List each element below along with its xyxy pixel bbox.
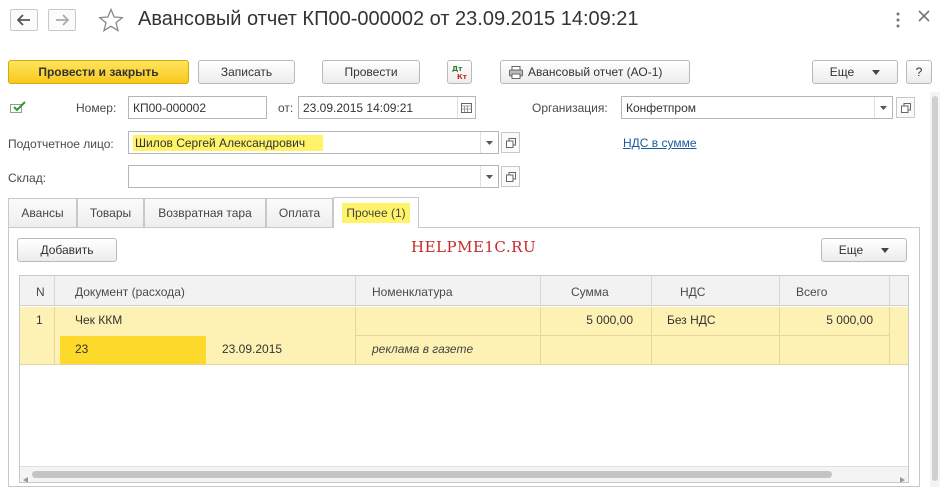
- dt-kt-journal-button[interactable]: Дт Кт: [447, 60, 472, 84]
- row-divider: [356, 335, 541, 336]
- table-more-label: Еще: [838, 243, 864, 257]
- row-document-cell[interactable]: Чек ККМ 23 23.09.2015: [55, 307, 356, 365]
- add-button[interactable]: Добавить: [17, 238, 117, 262]
- more-menu-button[interactable]: Еще: [812, 60, 898, 84]
- warehouse-open-button[interactable]: [501, 166, 520, 187]
- page-title: Авансовый отчет КП00-000002 от 23.09.201…: [138, 8, 639, 30]
- posted-status-icon: [10, 101, 26, 117]
- open-window-icon: [505, 137, 516, 148]
- date-field[interactable]: 23.09.2015 14:09:21: [298, 96, 476, 119]
- print-advance-report-label: Авансовый отчет (АО-1): [528, 65, 663, 79]
- row-divider: [780, 335, 890, 336]
- arrow-left-icon: [17, 14, 30, 26]
- organization-open-button[interactable]: [896, 97, 915, 118]
- close-icon[interactable]: [917, 9, 931, 26]
- number-label: Номер:: [76, 101, 117, 115]
- organization-label: Организация:: [532, 101, 608, 115]
- watermark-text: HELPME1C.RU: [411, 238, 537, 256]
- save-button[interactable]: Записать: [198, 60, 295, 84]
- date-value: 23.09.2015 14:09:21: [303, 101, 414, 115]
- svg-text:Дт: Дт: [452, 65, 463, 73]
- arrow-right-icon: [56, 14, 69, 26]
- row-vat[interactable]: Без НДС: [652, 307, 780, 365]
- help-button[interactable]: ?: [906, 60, 932, 84]
- accountable-person-label: Подотчетное лицо:: [8, 137, 114, 151]
- back-button[interactable]: [10, 9, 38, 31]
- post-and-close-button[interactable]: Провести и закрыть: [8, 60, 189, 84]
- window-scrollbar-thumb[interactable]: [932, 96, 938, 481]
- warehouse-field[interactable]: [128, 165, 499, 188]
- tab-payment[interactable]: Оплата: [266, 198, 333, 227]
- favorite-star-icon[interactable]: [98, 7, 124, 35]
- scrollbar-thumb[interactable]: [32, 471, 832, 478]
- row-n: 1: [20, 307, 55, 365]
- table-more-button[interactable]: Еще: [821, 238, 907, 262]
- row-nomenclature[interactable]: [356, 307, 541, 365]
- tab-panel: Добавить HELPME1C.RU Еще N Документ (рас…: [8, 227, 920, 487]
- accountable-person-value: Шилов Сергей Александрович: [133, 135, 324, 151]
- tab-goods[interactable]: Товары: [77, 198, 144, 227]
- number-field[interactable]: КП00-000002: [128, 96, 267, 119]
- caret-down-icon: [872, 69, 881, 75]
- print-advance-report-button[interactable]: Авансовый отчет (АО-1): [500, 60, 690, 84]
- caret-down-icon: [486, 140, 493, 145]
- table-row[interactable]: 1 Чек ККМ 23 23.09.2015 реклама в газете…: [20, 307, 908, 365]
- more-menu-label: Еще: [829, 65, 855, 79]
- tab-advances[interactable]: Авансы: [8, 198, 77, 227]
- row-divider: [652, 335, 780, 336]
- other-expenses-table: N Документ (расхода) Номенклатура Сумма …: [19, 275, 909, 483]
- open-window-icon: [505, 171, 516, 182]
- row-document-number[interactable]: 23: [60, 336, 206, 364]
- column-header-sum[interactable]: Сумма: [541, 276, 652, 306]
- accountable-person-field[interactable]: Шилов Сергей Александрович: [128, 131, 499, 154]
- post-button[interactable]: Провести: [322, 60, 420, 84]
- row-nomenclature-note: реклама в газете: [372, 342, 474, 356]
- warehouse-dropdown-button[interactable]: [480, 166, 498, 187]
- column-header-document[interactable]: Документ (расхода): [55, 276, 356, 306]
- accountable-person-open-button[interactable]: [501, 132, 520, 153]
- forward-button[interactable]: [48, 9, 76, 31]
- window-vertical-scrollbar[interactable]: [930, 92, 940, 487]
- row-document-date: 23.09.2015: [222, 342, 283, 356]
- calendar-icon: [461, 102, 472, 113]
- caret-down-icon: [486, 174, 493, 179]
- date-label: от:: [278, 101, 294, 115]
- row-document-type: Чек ККМ: [75, 313, 123, 327]
- column-header-vat[interactable]: НДС: [652, 276, 780, 306]
- column-header-nomenclature[interactable]: Номенклатура: [356, 276, 541, 306]
- organization-dropdown-button[interactable]: [874, 97, 892, 118]
- row-divider: [541, 335, 652, 336]
- table-header: N Документ (расхода) Номенклатура Сумма …: [20, 276, 908, 306]
- column-header-total[interactable]: Всего: [780, 276, 890, 306]
- vat-in-sum-link[interactable]: НДС в сумме: [623, 136, 697, 150]
- row-total[interactable]: 5 000,00: [780, 307, 890, 365]
- warehouse-label: Склад:: [8, 171, 47, 185]
- printer-icon: [509, 65, 523, 79]
- tab-returnable-packaging[interactable]: Возвратная тара: [144, 198, 266, 227]
- open-window-icon: [900, 102, 911, 113]
- dt-kt-icon: Дт Кт: [452, 65, 468, 81]
- tab-other[interactable]: Прочее (1): [333, 197, 419, 228]
- organization-field[interactable]: Конфетпром: [621, 96, 893, 119]
- calendar-button[interactable]: [457, 97, 475, 118]
- more-vertical-icon[interactable]: [895, 12, 901, 31]
- organization-value: Конфетпром: [626, 101, 697, 115]
- caret-down-icon: [880, 105, 887, 110]
- accountable-person-dropdown-button[interactable]: [480, 132, 498, 153]
- horizontal-scrollbar[interactable]: [20, 466, 908, 482]
- svg-text:Кт: Кт: [457, 73, 468, 81]
- caret-down-icon: [881, 247, 890, 253]
- scroll-right-icon[interactable]: [900, 472, 905, 482]
- row-sum[interactable]: 5 000,00: [541, 307, 652, 365]
- scroll-left-icon[interactable]: [23, 472, 28, 482]
- column-header-n[interactable]: N: [20, 276, 55, 306]
- tab-other-label: Прочее (1): [342, 203, 410, 223]
